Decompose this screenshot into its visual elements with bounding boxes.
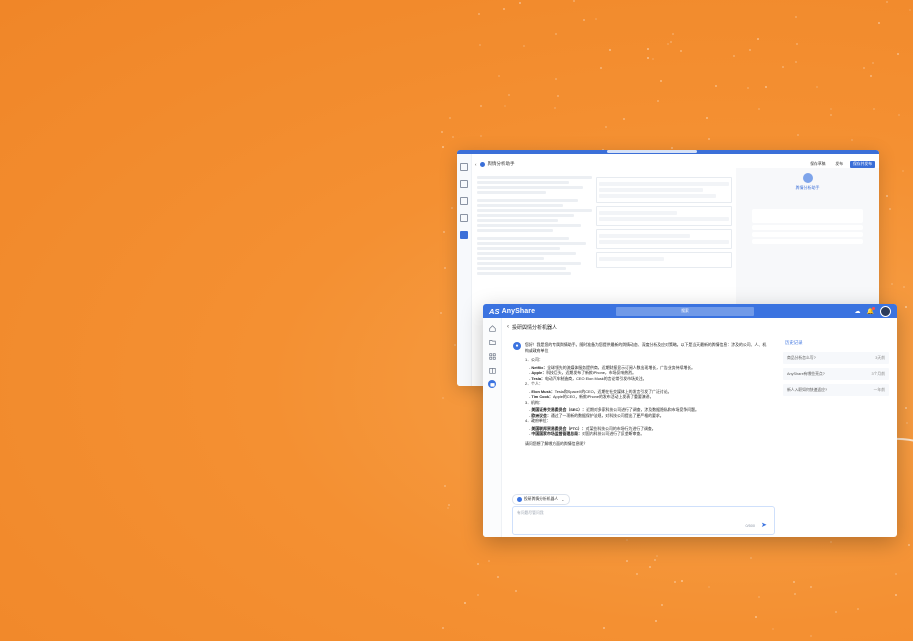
section-heading: 4．政府单位： <box>525 418 551 423</box>
history-title: 历史记录 <box>785 340 803 345</box>
agent-selector[interactable]: 投研舆情分析机器人 ⌄ <box>512 494 570 505</box>
section-heading: 2．个人： <box>525 381 543 386</box>
apps-icon[interactable] <box>488 352 496 360</box>
bot-avatar: ● <box>513 342 521 350</box>
message-outro: 请问您想了解哪方面的舆情信息呢？ <box>525 440 588 446</box>
char-counter: 0/500 <box>745 524 755 528</box>
apps-icon[interactable] <box>460 197 468 205</box>
agent-name: 投研舆情分析机器人 <box>524 497 559 501</box>
bot-icon <box>517 497 522 502</box>
breadcrumb: ‹ 投研舆情分析机器人 <box>507 322 557 332</box>
history-item[interactable]: 商品分析怎么写? 3天前 <box>783 352 889 364</box>
history-item-time: 一年前 <box>873 387 885 392</box>
robot-icon[interactable] <box>488 380 496 388</box>
publish-button[interactable]: 发布 <box>832 161 846 168</box>
logo-text: AnyShare <box>501 307 536 315</box>
assistant-avatar <box>802 173 813 183</box>
bell-icon[interactable]: 🔔 <box>867 306 875 315</box>
config-title: 舆情分析助手 <box>487 161 515 166</box>
section-heading: 3．机构： <box>525 399 543 405</box>
send-icon[interactable]: ➤ <box>761 522 769 530</box>
user-avatar[interactable] <box>880 305 891 317</box>
folder-icon[interactable] <box>488 338 496 346</box>
history-item-time: 3天前 <box>875 355 885 360</box>
skills-box[interactable] <box>596 177 732 203</box>
window-scrollbar[interactable] <box>607 150 697 153</box>
page-title: 投研舆情分析机器人 <box>512 324 558 331</box>
chevron-left-icon[interactable]: ‹ <box>507 324 509 330</box>
app-topbar: AS AnyShare 搜索 ☁ 🔔 <box>483 304 897 318</box>
chat-input-placeholder: 有问题尽管问我 <box>517 511 544 515</box>
save-draft-button[interactable]: 保存草稿 <box>807 161 828 168</box>
chat-input[interactable]: 有问题尽管问我 0/500 ➤ <box>512 506 775 535</box>
logo-icon: AS <box>489 306 500 316</box>
back-icon[interactable]: ‹ <box>475 162 477 167</box>
folder-icon[interactable] <box>460 180 468 188</box>
history-item-label: 商品分析怎么写? <box>787 355 816 360</box>
notification-dot <box>872 306 875 310</box>
list-item: - 中国国家市场监督管理总局：对国内科技公司进行了反垄断审查。 <box>529 431 645 436</box>
book-icon[interactable] <box>488 366 496 374</box>
chevron-down-icon: ⌄ <box>561 497 565 502</box>
agent-icon[interactable] <box>460 231 468 239</box>
section-heading: 1．公司： <box>525 357 543 362</box>
home-icon[interactable] <box>460 163 468 171</box>
config-sidebar <box>457 154 472 386</box>
message-intro: 您好！我是您的专属舆情助手。随时准备为您提供最新的舆情动态、深度分析及应对策略。… <box>525 342 767 353</box>
history-item[interactable]: 新人入职如何快速适应? 一年前 <box>783 384 889 396</box>
model-select[interactable] <box>596 229 732 249</box>
anyshare-logo[interactable]: AS AnyShare <box>489 307 535 316</box>
topbar-icons: ☁ 🔔 <box>854 304 891 318</box>
chat-area: ● 您好！我是您的专属舆情助手。随时准备为您提供最新的舆情动态、深度分析及应对策… <box>507 336 775 486</box>
book-icon[interactable] <box>460 214 468 222</box>
suggestion-2[interactable] <box>752 232 863 237</box>
history-item-label: 新人入职如何快速适应? <box>787 387 828 392</box>
suggestion-1[interactable] <box>752 225 863 230</box>
suggestion-3[interactable] <box>752 239 863 244</box>
bot-icon <box>479 161 485 167</box>
assistant-message: 您好！我是您的专属舆情助手。随时准备为您提供最新的舆情动态、深度分析及应对策略。… <box>525 342 770 448</box>
preview-message <box>752 209 863 223</box>
save-publish-button[interactable]: 保存并发布 <box>850 160 875 168</box>
cloud-icon[interactable]: ☁ <box>854 308 861 315</box>
history-item-label: AnyShare有哪些亮点? <box>787 371 825 376</box>
history-item-time: 3个月前 <box>871 371 885 376</box>
anyshare-window: AS AnyShare 搜索 ☁ 🔔 ‹ 投研舆情分析机器人 ● 您好！我是您的… <box>483 304 897 537</box>
search-bar[interactable]: 搜索 <box>616 306 754 316</box>
history-panel: 历史记录 商品分析怎么写? 3天前 AnyShare有哪些亮点? 3个月前 新人… <box>781 336 891 486</box>
history-item[interactable]: AnyShare有哪些亮点? 3个月前 <box>783 368 889 380</box>
memory-box[interactable] <box>596 252 732 268</box>
home-icon[interactable] <box>488 324 496 332</box>
app-sidebar <box>483 318 502 537</box>
knowledge-box[interactable] <box>596 206 732 226</box>
assistant-name: 舆情分析助手 <box>795 185 820 190</box>
